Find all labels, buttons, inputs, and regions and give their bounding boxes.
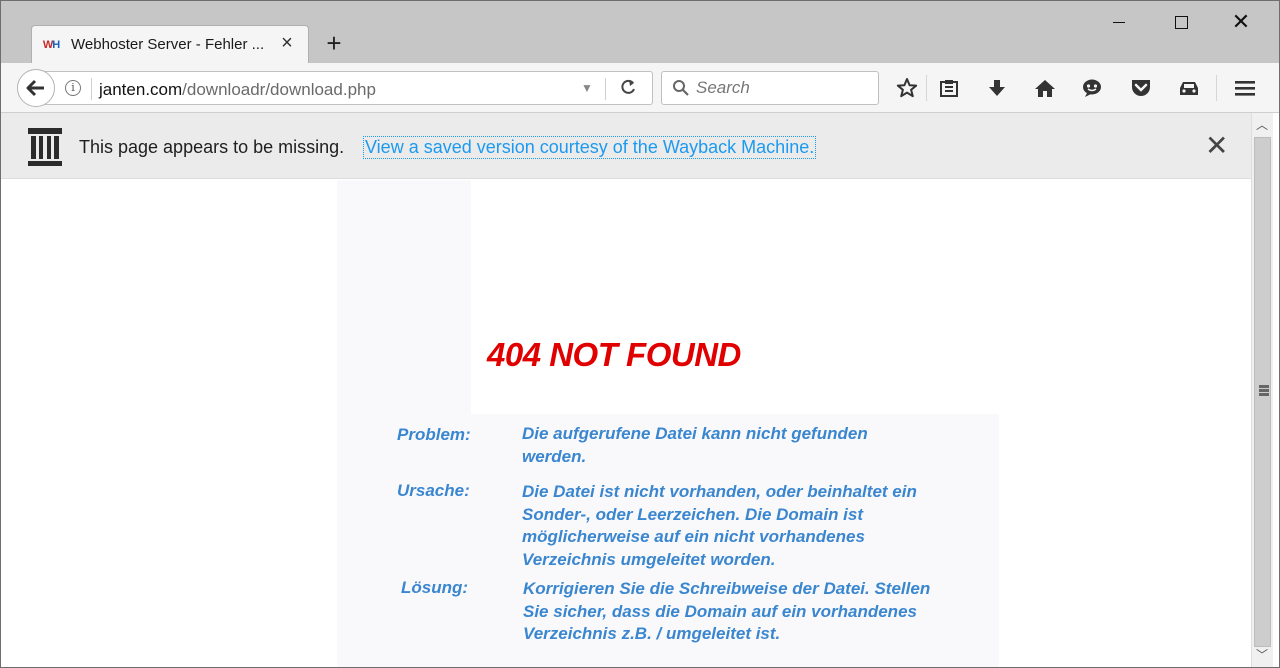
url-host: janten.com xyxy=(99,80,183,99)
wayback-link[interactable]: View a saved version courtesy of the Way… xyxy=(363,136,817,159)
back-arrow-icon xyxy=(26,79,44,97)
wayback-notification-bar: This page appears to be missing. View a … xyxy=(1,113,1251,179)
download-icon xyxy=(989,80,1005,96)
hamburger-menu-icon xyxy=(1235,81,1255,96)
divider xyxy=(91,78,92,100)
notification-message: This page appears to be missing. xyxy=(79,137,345,157)
notification-close-button[interactable]: ✕ xyxy=(1205,130,1229,161)
grip-icon: ▬ ▬ ▬ xyxy=(1259,380,1269,399)
search-bar[interactable] xyxy=(661,71,879,105)
bookmark-star-button[interactable] xyxy=(894,76,920,100)
tab-close-icon[interactable]: × xyxy=(278,33,296,53)
pocket-icon xyxy=(1132,80,1150,96)
navigation-toolbar: i janten.com/downloadr/download.php ▼ xyxy=(1,63,1279,113)
window-close-button[interactable]: ✕ xyxy=(1221,7,1261,37)
search-icon xyxy=(673,80,689,96)
vertical-scrollbar[interactable]: ︿ ▬ ▬ ▬ ﹀ xyxy=(1251,113,1273,667)
reload-icon[interactable] xyxy=(619,77,637,102)
url-bar[interactable]: i janten.com/downloadr/download.php ▼ xyxy=(45,71,653,105)
solution-text: Korrigieren Sie die Schreibweise der Dat… xyxy=(523,579,931,643)
archive-building-icon xyxy=(28,128,62,166)
problem-label: Problem: xyxy=(397,425,471,444)
close-icon: ✕ xyxy=(1205,130,1229,161)
divider xyxy=(1216,75,1217,101)
browser-window: WH Webhoster Server - Fehler ... × + ✕ i… xyxy=(0,0,1280,668)
url-path: /downloadr/download.php xyxy=(182,80,376,99)
home-icon xyxy=(1035,80,1055,97)
bookmarks-menu-button[interactable] xyxy=(936,76,962,100)
problem-text: Die aufgerufene Datei kann nicht gefunde… xyxy=(522,424,868,466)
error-heading: 404 NOT FOUND xyxy=(487,336,741,373)
info-icon[interactable]: i xyxy=(65,80,81,96)
close-icon: ✕ xyxy=(1231,9,1251,34)
new-tab-button[interactable]: + xyxy=(321,30,347,57)
header-image-area xyxy=(471,180,999,414)
chat-bubble-icon xyxy=(1083,79,1101,97)
divider xyxy=(605,78,606,100)
car-icon xyxy=(1180,82,1198,95)
search-input[interactable] xyxy=(696,73,872,103)
cause-text: Die Datei ist nicht vorhanden, oder bein… xyxy=(522,482,917,569)
maximize-button[interactable] xyxy=(1161,7,1201,37)
url-text[interactable]: janten.com/downloadr/download.php xyxy=(99,80,376,100)
menu-button[interactable] xyxy=(1232,76,1258,100)
scroll-up-arrow-icon[interactable]: ︿ xyxy=(1253,115,1271,135)
tab-strip: WH Webhoster Server - Fehler ... × + ✕ xyxy=(1,1,1279,63)
scroll-down-arrow-icon[interactable]: ﹀ xyxy=(1253,645,1271,665)
pocket-button[interactable] xyxy=(1128,76,1154,100)
clipboard-icon xyxy=(940,80,958,97)
page-content: 404 NOT FOUND Problem: Die aufgerufene D… xyxy=(1,180,1251,667)
minimize-button[interactable] xyxy=(1099,7,1139,37)
tab-title: Webhoster Server - Fehler ... xyxy=(71,36,265,53)
tab-active[interactable]: WH Webhoster Server - Fehler ... × xyxy=(31,25,309,63)
site-favicon-icon: WH xyxy=(42,38,60,51)
back-button[interactable] xyxy=(17,69,55,107)
downloads-button[interactable] xyxy=(984,76,1010,100)
scroll-thumb[interactable]: ▬ ▬ ▬ xyxy=(1254,137,1271,647)
divider xyxy=(926,75,927,101)
history-dropdown-icon[interactable]: ▼ xyxy=(581,81,593,95)
solution-label: Lösung: xyxy=(401,578,469,597)
cause-label: Ursache: xyxy=(397,481,470,500)
star-icon xyxy=(896,78,918,98)
sync-button[interactable] xyxy=(1176,76,1202,100)
chat-button[interactable] xyxy=(1079,76,1105,100)
home-button[interactable] xyxy=(1032,76,1058,100)
